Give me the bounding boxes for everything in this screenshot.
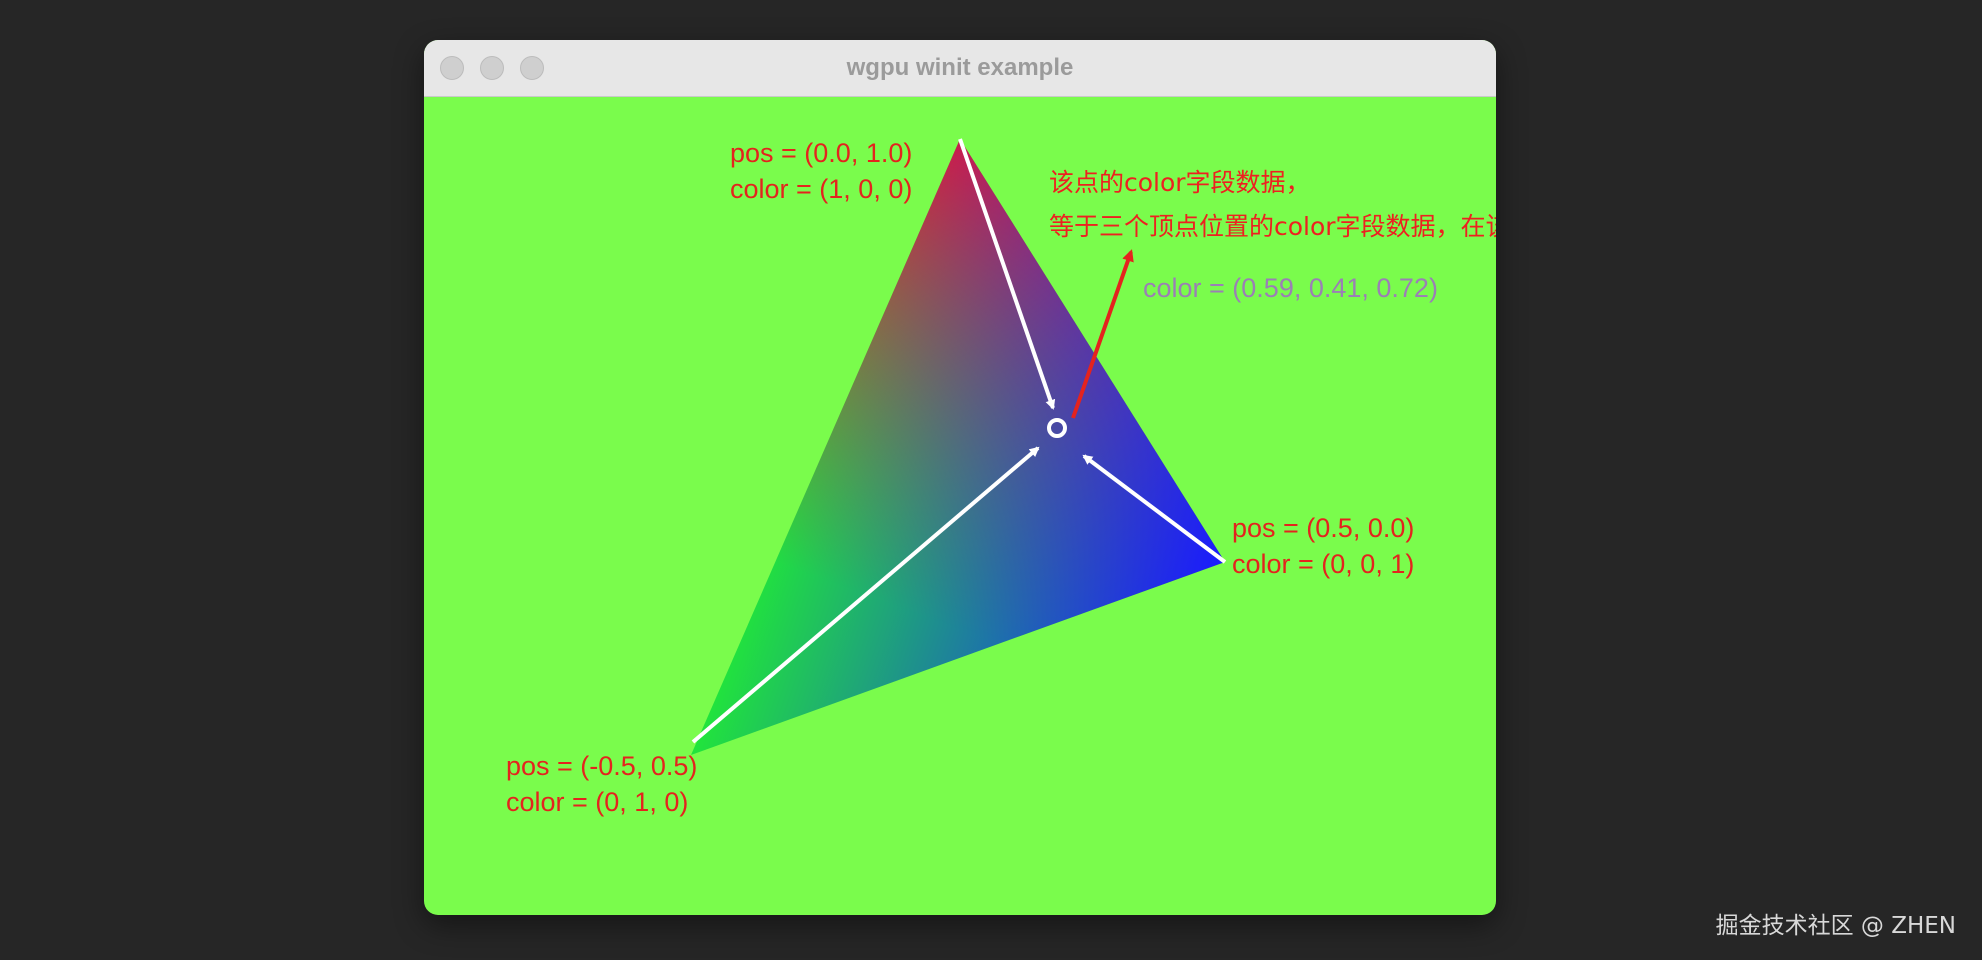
right-vertex-pos-label: pos = (0.5, 0.0) (1232, 513, 1415, 543)
top-vertex-pos-label: pos = (0.0, 1.0) (730, 138, 913, 168)
right-vertex-color-label: color = (0, 0, 1) (1232, 549, 1415, 579)
left-vertex-pos-label: pos = (-0.5, 0.5) (506, 751, 698, 781)
annotation-line-1: 该点的color字段数据， (1049, 168, 1311, 197)
window-title: wgpu winit example (846, 54, 1074, 81)
render-canvas: pos = (0.0, 1.0) color = (1, 0, 0) pos =… (424, 97, 1496, 915)
sample-color-readout: color = (0.59, 0.41, 0.72) (1143, 273, 1438, 303)
left-vertex-color-label: color = (0, 1, 0) (506, 787, 689, 817)
annotation-line-2: 等于三个顶点位置的color字段数据，在该处通过算法进行的叠加结果 (1049, 212, 1496, 241)
title-bar[interactable]: wgpu winit example (424, 40, 1496, 97)
top-vertex-color-label: color = (1, 0, 0) (730, 174, 913, 204)
watermark: 掘金技术社区 @ ZHEN (1715, 913, 1956, 939)
app-window: wgpu winit example pos = (0.0, 1.0) colo… (424, 40, 1496, 915)
